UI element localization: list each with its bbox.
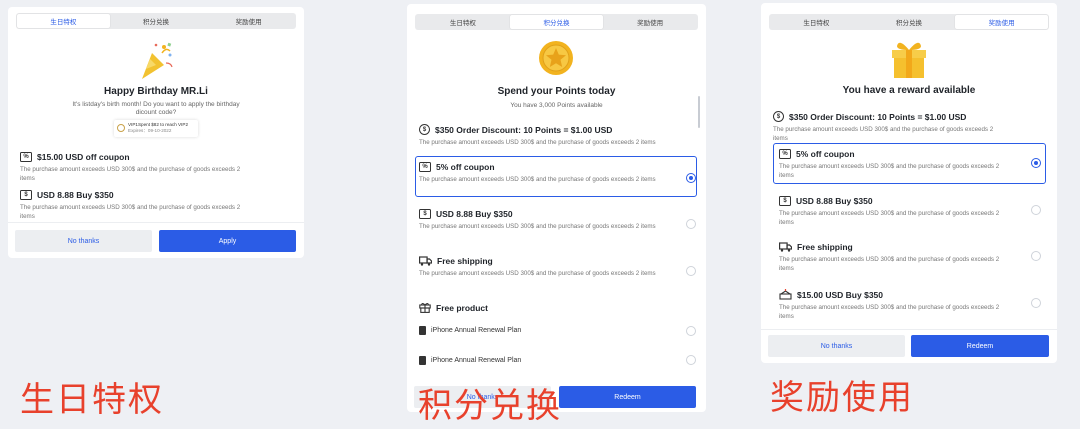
- percent-coupon-icon: %: [419, 162, 431, 172]
- dollar-circle-icon: $: [773, 111, 784, 122]
- points-available: You have 3,000 Points available: [510, 102, 603, 109]
- coupon-desc: The purchase amount exceeds USD 300$ and…: [779, 256, 1000, 272]
- coupon-name: USD 8.88 Buy $350: [796, 196, 873, 206]
- radio[interactable]: [1031, 298, 1041, 308]
- radio[interactable]: [686, 219, 696, 229]
- coupon-desc: The purchase amount exceeds USD 300$ and…: [779, 210, 1000, 226]
- caption-reward: 奖励使用: [770, 378, 914, 418]
- scrollbar[interactable]: [698, 96, 700, 128]
- product-name: iPhone Annual Renewal Plan: [431, 357, 522, 364]
- discount-row[interactable]: $ $350 Order Discount: 10 Points = $1.00…: [773, 111, 1045, 143]
- tab-bar: 生日特权 积分兑换 奖励使用: [769, 14, 1049, 30]
- no-thanks-button[interactable]: No thanks: [768, 335, 905, 357]
- no-thanks-button[interactable]: No thanks: [15, 230, 152, 252]
- redeem-button[interactable]: Redeem: [911, 335, 1049, 357]
- radio[interactable]: [686, 326, 696, 336]
- phone-icon: [419, 326, 426, 335]
- gift-box-icon: [419, 303, 431, 313]
- radio-selected[interactable]: [686, 173, 696, 183]
- vip-expiry: Expires：09-10-2022: [128, 128, 172, 133]
- vip-badge-icon: [117, 124, 125, 132]
- tab-birthday[interactable]: 生日特权: [416, 15, 510, 29]
- tab-points[interactable]: 积分兑换: [110, 14, 203, 28]
- coupon-row[interactable]: Free shipping The purchase amount exceed…: [419, 256, 694, 279]
- birthday-panel: 生日特权 积分兑换 奖励使用 Happy Birthday MR.Li It's…: [8, 7, 304, 258]
- tab-reward[interactable]: 奖励使用: [202, 14, 295, 28]
- coupon-row[interactable]: $ USD 8.88 Buy $350 The purchase amount …: [419, 209, 694, 232]
- dollar-coupon-icon: $: [419, 209, 431, 219]
- caption-birthday: 生日特权: [20, 380, 164, 420]
- coupon-row[interactable]: % $15.00 USD off coupon The purchase amo…: [20, 152, 292, 183]
- redeem-button[interactable]: Redeem: [559, 386, 696, 408]
- tab-birthday[interactable]: 生日特权: [17, 14, 110, 28]
- coupon-desc: The purchase amount exceeds USD 300$ and…: [419, 176, 656, 183]
- radio-selected[interactable]: [1031, 158, 1041, 168]
- tab-reward[interactable]: 奖励使用: [955, 15, 1049, 29]
- coupon-name: $15.00 USD Buy $350: [797, 289, 883, 300]
- tab-bar: 生日特权 积分兑换 奖励使用: [415, 14, 698, 30]
- coupon-desc: The purchase amount exceeds USD 300$ and…: [779, 163, 1000, 179]
- coupon-row[interactable]: $ USD 8.88 Buy $350 The purchase amount …: [779, 196, 1045, 227]
- birthday-subtitle-line2: dicount code?: [135, 109, 177, 116]
- footer-divider: [761, 329, 1057, 330]
- coupon-row[interactable]: $ USD 8.88 Buy $350 The purchase amount …: [20, 190, 292, 221]
- radio[interactable]: [686, 266, 696, 276]
- reward-panel: 生日特权 积分兑换 奖励使用 You have a reward availab…: [761, 3, 1057, 363]
- coupon-row[interactable]: Free shipping The purchase amount exceed…: [779, 242, 1045, 273]
- vip-card: VIP1Spent $82 to reach VIP2 Expires：09-1…: [114, 120, 198, 137]
- radio[interactable]: [1031, 251, 1041, 261]
- points-title: Spend your Points today: [497, 86, 616, 97]
- coupon-desc: The purchase amount exceeds USD 300$ and…: [20, 204, 241, 220]
- coupon-name: USD 8.88 Buy $350: [37, 190, 114, 200]
- dollar-circle-icon: $: [419, 124, 430, 135]
- tab-points[interactable]: 积分兑换: [863, 15, 956, 29]
- party-popper-icon: [142, 42, 173, 79]
- coupon-name: USD 8.88 Buy $350: [436, 209, 513, 219]
- dollar-coupon-icon: $: [20, 190, 32, 200]
- coupon-row[interactable]: % 5% off coupon The purchase amount exce…: [779, 149, 1045, 180]
- dollar-coupon-icon: $: [779, 196, 791, 206]
- tab-bar: 生日特权 积分兑换 奖励使用: [16, 13, 296, 29]
- percent-coupon-icon: %: [20, 152, 32, 162]
- product-name: iPhone Annual Renewal Plan: [431, 327, 522, 334]
- truck-icon: [419, 256, 432, 266]
- free-product-label: Free product: [436, 302, 488, 313]
- coupon-row[interactable]: % 5% off coupon The purchase amount exce…: [419, 162, 694, 185]
- birthday-title: Happy Birthday MR.Li: [104, 86, 208, 97]
- apply-button[interactable]: Apply: [159, 230, 296, 252]
- product-row[interactable]: iPhone Annual Renewal Plan: [419, 326, 694, 335]
- star-coin-icon: [539, 41, 573, 75]
- coupon-row[interactable]: $15.00 USD Buy $350 The purchase amount …: [779, 289, 1045, 321]
- percent-coupon-icon: %: [779, 149, 791, 159]
- points-panel: 生日特权 积分兑换 奖励使用 Spend your Points today Y…: [407, 4, 706, 412]
- truck-icon: [779, 242, 792, 252]
- coupon-name: 5% off coupon: [436, 162, 495, 172]
- free-product-header: Free product: [419, 302, 694, 313]
- product-row[interactable]: iPhone Annual Renewal Plan: [419, 356, 694, 365]
- discount-desc: The purchase amount exceeds USD 300$ and…: [773, 126, 994, 142]
- tab-birthday[interactable]: 生日特权: [770, 15, 863, 29]
- discount-desc: The purchase amount exceeds USD 300$ and…: [419, 139, 656, 146]
- coupon-name: $15.00 USD off coupon: [37, 152, 130, 162]
- coupon-desc: The purchase amount exceeds USD 300$ and…: [419, 223, 656, 230]
- coupon-name: 5% off coupon: [796, 149, 855, 159]
- cake-icon: [779, 289, 792, 300]
- coupon-desc: The purchase amount exceeds USD 300$ and…: [779, 304, 1000, 320]
- coupon-name: Free shipping: [437, 256, 493, 266]
- gift-icon: [892, 42, 926, 78]
- tab-points[interactable]: 积分兑换: [509, 15, 604, 29]
- caption-points: 积分兑换: [418, 386, 562, 426]
- phone-icon: [419, 356, 426, 365]
- discount-name: $350 Order Discount: 10 Points = $1.00 U…: [789, 111, 967, 122]
- tab-reward[interactable]: 奖励使用: [603, 15, 697, 29]
- coupon-desc: The purchase amount exceeds USD 300$ and…: [419, 270, 656, 277]
- reward-title: You have a reward available: [842, 85, 976, 96]
- radio[interactable]: [1031, 205, 1041, 215]
- footer-divider: [8, 222, 304, 223]
- discount-name: $350 Order Discount: 10 Points = $1.00 U…: [435, 124, 613, 135]
- coupon-desc: The purchase amount exceeds USD 300$ and…: [20, 166, 241, 182]
- discount-row[interactable]: $ $350 Order Discount: 10 Points = $1.00…: [419, 124, 694, 148]
- coupon-name: Free shipping: [797, 242, 853, 252]
- radio[interactable]: [686, 355, 696, 365]
